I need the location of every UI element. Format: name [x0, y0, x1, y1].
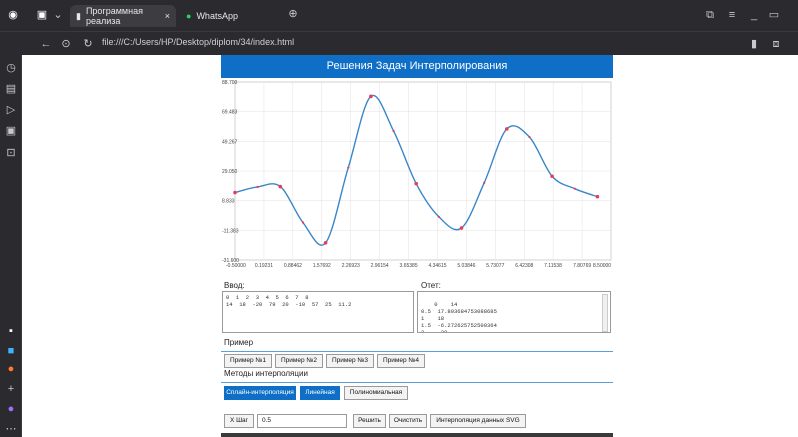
url-text[interactable]: file:///C:/Users/HP/Desktop/diplom/34/in…: [102, 37, 294, 47]
linear-method-button[interactable]: Линейная: [300, 386, 340, 400]
example-2-button[interactable]: Пример №2: [275, 354, 323, 368]
chart-y-tick-label: 49.267: [222, 139, 238, 145]
chart-data-point: [483, 181, 486, 185]
app-page: Решения Задач Интерполирования 88.700 69.…: [221, 55, 613, 437]
chart-data-point: [459, 226, 464, 230]
page-icon: ▮: [76, 10, 81, 21]
back-icon[interactable]: ←: [40, 38, 52, 50]
chart-data-point: [233, 190, 237, 195]
solve-button[interactable]: Решить: [353, 414, 386, 428]
chart-y-tick-label: -11.383: [222, 228, 239, 234]
page-bottom-bar: [221, 433, 613, 437]
chart-data-point: [595, 194, 600, 199]
browser-sidebar: ◷ ▤ ▷ ▣ ⊡ ▪ ■ ● + ● ⋯: [0, 55, 22, 437]
maximize-icon[interactable]: ▭: [768, 9, 780, 21]
methods-section-title: Методы интерполяции: [221, 369, 613, 383]
output-scrollbar[interactable]: [602, 294, 608, 332]
wallet-icon[interactable]: ⊡: [5, 147, 17, 159]
chart-svg: 88.70069.48349.26729.0508.833-11.383-31.…: [222, 80, 612, 269]
chart-x-tick-label: 1.57692: [313, 263, 331, 269]
output-textarea[interactable]: 0 14 0.5 17.803684753088685 1 18 1.5 -6.…: [417, 291, 611, 333]
assistant-icon[interactable]: ●: [5, 403, 17, 415]
chart-x-tick-label: -0.50000: [226, 263, 246, 269]
notes-icon[interactable]: ▤: [5, 83, 17, 95]
chart-x-tick-label: 6.42308: [515, 263, 533, 269]
input-textarea[interactable]: 0 1 2 3 4 5 6 7 8 14 18 -20 79 20 -10 57…: [222, 291, 414, 333]
chart-x-tick-label: 3.65385: [400, 263, 418, 269]
reload-icon[interactable]: ↻: [82, 38, 94, 50]
grid-app-icon[interactable]: ■: [5, 345, 17, 357]
spline-method-button[interactable]: Сплайн-интерполяция: [224, 386, 296, 400]
tab-menu-icon[interactable]: ⌄: [52, 9, 64, 21]
chart-y-tick-label: 69.483: [222, 110, 238, 116]
chart-data-point: [573, 187, 576, 190]
svg-interpolation-button[interactable]: Интерполяция данных SVG: [430, 414, 526, 428]
output-label: Отет:: [421, 281, 441, 290]
bookmark-icon[interactable]: ▮: [748, 38, 760, 50]
chart-data-point: [369, 94, 373, 99]
chart: 88.700 69.483 49.267 29.050 8.833 -11.383 -31.…: [221, 80, 613, 280]
menu-icon[interactable]: ≡: [726, 9, 738, 21]
new-tab-icon[interactable]: ⊕: [286, 8, 300, 20]
mail-app-icon[interactable]: ●: [5, 363, 17, 375]
add-app-icon[interactable]: +: [5, 383, 17, 395]
output-text: 0 14 0.5 17.803684753088685 1 18 1.5 -6.…: [421, 301, 497, 333]
chart-data-point: [550, 174, 554, 179]
chart-x-tick-label: 2.26923: [342, 263, 360, 269]
chart-data-point: [301, 221, 305, 224]
chart-data-point: [414, 181, 419, 186]
history-icon[interactable]: ◷: [5, 62, 17, 74]
chart-y-tick-label: 29.050: [222, 169, 238, 175]
minimize-icon[interactable]: _: [748, 9, 760, 21]
browser-tab-bar: ◉ ▣ ⌄ ▮ Программная реализа × ● WhatsApp…: [0, 0, 798, 31]
address-bar: ← ⊙ ↻ file:///C:/Users/HP/Desktop/diplom…: [0, 31, 798, 55]
chart-x-tick-label: 5.73077: [486, 263, 504, 269]
copy-icon[interactable]: ⧉: [704, 9, 716, 21]
tab-active[interactable]: ▮ Программная реализа ×: [70, 5, 176, 27]
tab-label-active: Программная реализа: [85, 6, 143, 26]
chart-data-point: [323, 241, 328, 245]
forward-icon[interactable]: ⊙: [60, 38, 72, 50]
input-label: Ввод:: [224, 281, 245, 290]
example-3-button[interactable]: Пример №3: [326, 354, 374, 368]
chart-y-tick-label: 8.833: [222, 199, 235, 205]
more-icon[interactable]: ⋯: [5, 423, 17, 435]
chart-y-tick-label: 88.700: [222, 80, 238, 86]
clear-button[interactable]: Очистить: [389, 414, 427, 428]
chart-x-tick-label: 5.03846: [457, 263, 475, 269]
play-icon[interactable]: ▷: [5, 104, 17, 116]
chart-data-point: [256, 185, 259, 189]
chart-x-tick-label: 8.50000: [593, 263, 611, 269]
step-input[interactable]: 0.5: [257, 414, 347, 428]
example-4-button[interactable]: Пример №4: [377, 354, 425, 368]
example-section-title: Пример: [221, 338, 613, 352]
profile-icon[interactable]: ▣: [36, 9, 48, 21]
chart-x-tick-label: 7.80769: [573, 263, 591, 269]
chart-x-tick-label: 0.88462: [284, 263, 302, 269]
badge-icon[interactable]: ▣: [5, 125, 17, 137]
close-tab-icon[interactable]: ×: [165, 11, 170, 21]
chart-x-tick-label: 2.96154: [371, 263, 389, 269]
tab-label-whatsapp: WhatsApp: [196, 11, 238, 21]
app-icon[interactable]: ▪: [5, 325, 17, 337]
chart-data-point: [347, 166, 350, 169]
chart-x-tick-label: 7.11538: [544, 263, 562, 269]
chart-data-point: [392, 129, 395, 133]
chart-data-point: [437, 215, 440, 218]
chart-x-tick-label: 4.34615: [428, 263, 446, 269]
tab-whatsapp[interactable]: ● WhatsApp: [180, 5, 270, 27]
chart-data-point: [528, 135, 531, 139]
whatsapp-icon: ●: [186, 11, 192, 21]
chart-x-tick-label: 0.19231: [255, 263, 273, 269]
polynomial-method-button[interactable]: Полиномиальная: [344, 386, 408, 400]
chart-data-point: [505, 127, 509, 131]
browser-logo-icon: ◉: [8, 9, 18, 21]
extensions-icon[interactable]: ⧈: [770, 38, 782, 50]
page-title: Решения Задач Интерполирования: [221, 55, 613, 78]
example-1-button[interactable]: Пример №1: [224, 354, 272, 368]
step-label: X Шаг: [224, 414, 254, 428]
chart-data-point: [278, 184, 283, 189]
